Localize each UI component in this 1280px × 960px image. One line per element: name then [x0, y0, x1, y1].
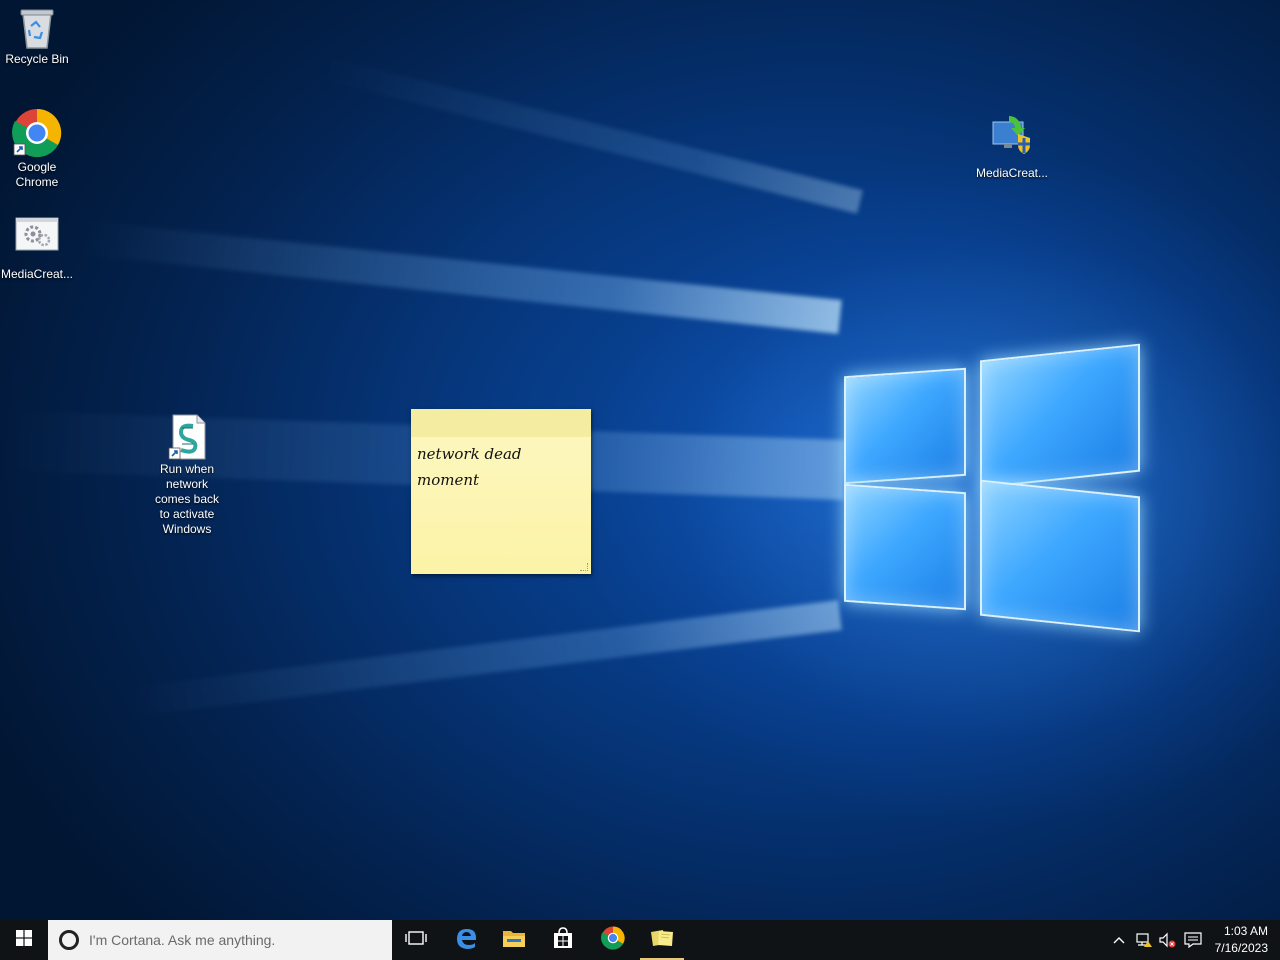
desktop-icon-label: MediaCreat... [0, 267, 74, 281]
cortana-icon [59, 930, 79, 950]
windows-logo-wallpaper [838, 332, 1148, 638]
store-icon [552, 926, 574, 954]
wallpaper-beam [123, 600, 842, 718]
network-icon[interactable] [1135, 932, 1153, 948]
script-shortcut-icon [167, 414, 207, 460]
taskbar: I'm Cortana. Ask me anything. 1:03 AM 7/… [0, 920, 1280, 960]
media-creation-tool-icon [991, 114, 1033, 154]
sticky-note-line: moment [417, 471, 480, 489]
desktop-icon-recycle-bin[interactable]: Recycle Bin [0, 6, 74, 67]
gear-window-icon [15, 216, 59, 252]
taskbar-sticky-notes-button[interactable] [638, 920, 686, 960]
logo-pane [844, 483, 966, 611]
desktop-icon-mediacreation[interactable]: MediaCreat... [0, 216, 74, 282]
desktop-icon-google-chrome[interactable]: Google Chrome [0, 108, 74, 190]
task-view-icon [405, 930, 427, 951]
desktop-icon-label: Recycle Bin [5, 52, 69, 66]
task-view-button[interactable] [392, 920, 440, 960]
system-tray: 1:03 AM 7/16/2023 [1100, 920, 1280, 960]
recycle-bin-icon [17, 6, 57, 50]
clock-time: 1:03 AM [1223, 924, 1268, 938]
taskbar-file-explorer-button[interactable] [490, 920, 538, 960]
desktop-icon-run-script[interactable]: Run when network comes back to activate … [150, 414, 224, 537]
sticky-note-line: network dead [417, 445, 522, 463]
desktop-icon-label: Google Chrome [15, 160, 59, 189]
start-button[interactable] [0, 920, 48, 960]
clock-date: 7/16/2023 [1214, 941, 1268, 955]
volume-muted-icon[interactable] [1158, 932, 1176, 948]
sticky-note-titlebar[interactable] [411, 409, 591, 437]
desktop-icon-label: Run when network comes back to activate … [154, 462, 220, 536]
search-placeholder: I'm Cortana. Ask me anything. [89, 932, 276, 948]
edge-icon [455, 927, 477, 954]
taskbar-edge-button[interactable] [442, 920, 490, 960]
sticky-note[interactable]: network dead moment [411, 409, 591, 574]
desktop-icon-mediacreation-tool[interactable]: MediaCreat... [975, 114, 1049, 181]
resize-grip-icon[interactable] [580, 563, 588, 571]
wallpaper-beam [313, 54, 863, 214]
logo-pane [980, 343, 1140, 489]
windows-start-icon [16, 929, 32, 951]
chrome-icon [12, 108, 62, 158]
taskbar-store-button[interactable] [539, 920, 587, 960]
sticky-note-text[interactable]: network dead moment [411, 437, 543, 497]
logo-pane [844, 367, 966, 485]
wallpaper-beam [82, 220, 842, 334]
folder-icon [502, 928, 526, 953]
desktop[interactable]: Recycle Bin Google Chrome MediaCreat... … [0, 0, 1280, 920]
sticky-notes-icon [649, 928, 675, 953]
taskbar-chrome-button[interactable] [589, 920, 637, 960]
logo-pane [980, 479, 1140, 633]
cortana-search-box[interactable]: I'm Cortana. Ask me anything. [48, 920, 392, 960]
chevron-up-icon[interactable] [1110, 932, 1128, 948]
taskbar-clock[interactable]: 1:03 AM 7/16/2023 [1198, 923, 1268, 957]
desktop-icon-label: MediaCreat... [975, 166, 1049, 180]
chrome-icon [601, 925, 625, 955]
